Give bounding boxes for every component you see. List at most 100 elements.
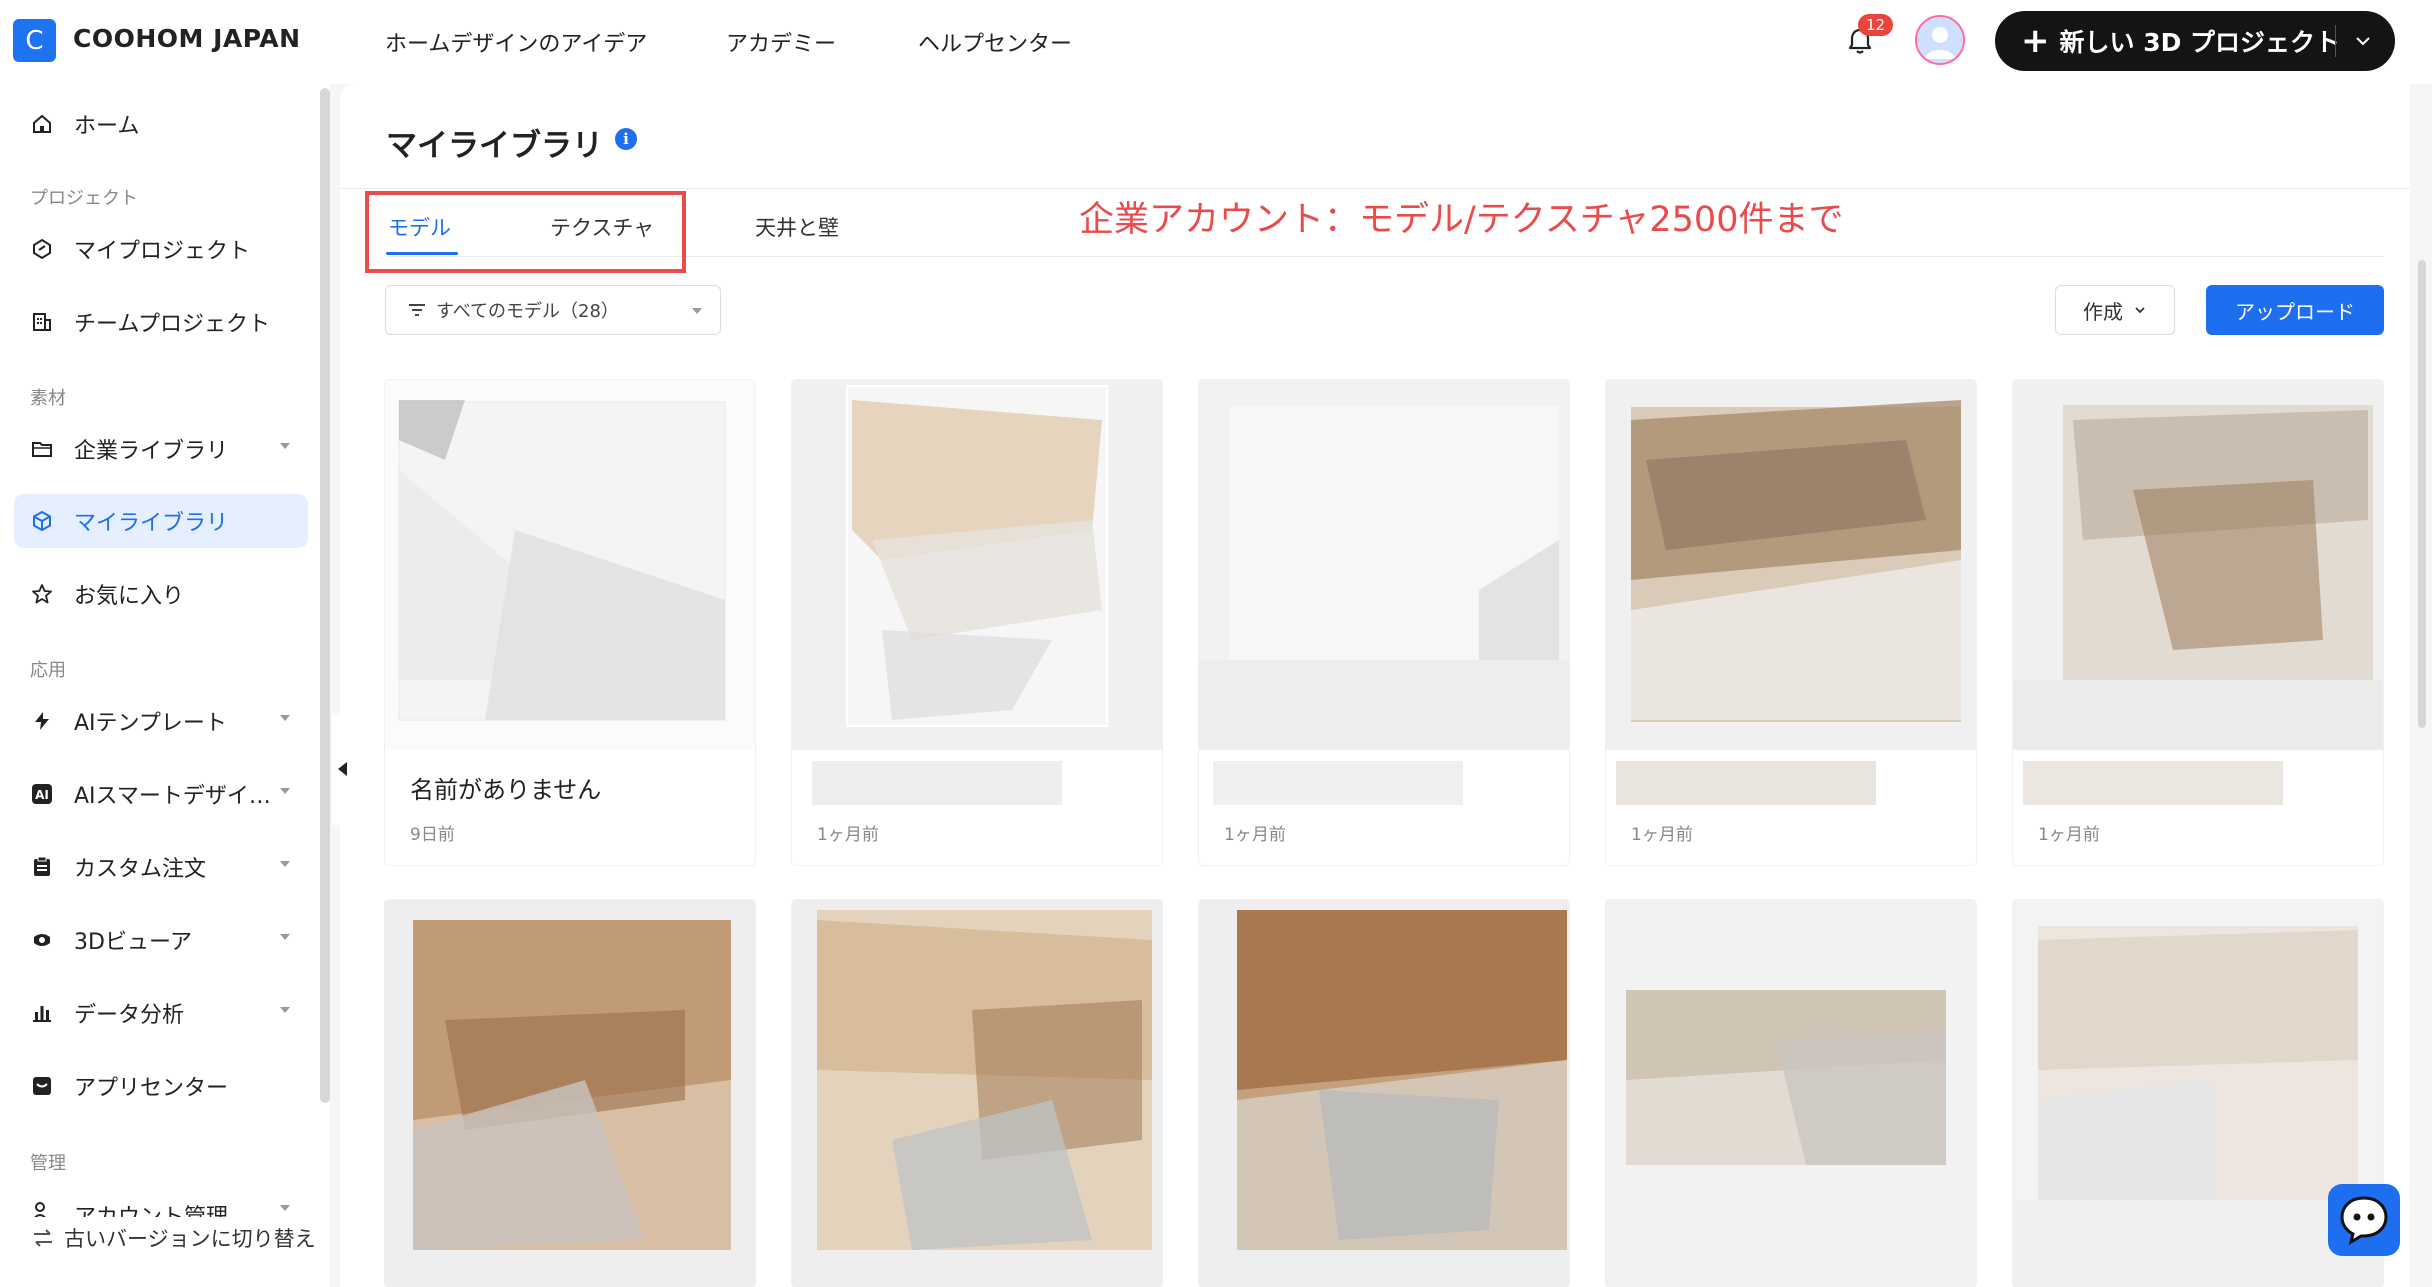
library-card[interactable]: 名前がありません 9日前 xyxy=(385,380,755,865)
chat-support-button[interactable] xyxy=(2328,1184,2400,1256)
chevron-down-icon[interactable] xyxy=(2352,30,2374,52)
sidebar-item-data-analysis[interactable]: データ分析 xyxy=(14,986,308,1040)
sidebar-label: チームプロジェクト xyxy=(74,312,271,337)
user-settings-icon xyxy=(30,1199,54,1217)
library-card[interactable]: 1ヶ月前 xyxy=(2013,380,2383,865)
model-thumbnail[interactable] xyxy=(1199,380,1569,750)
sidebar-label: 企業ライブラリ xyxy=(74,439,229,464)
sidebar-label: AIテンプレート xyxy=(74,711,227,736)
card-caption-blur xyxy=(1616,757,1876,809)
old-version-label: 古いバージョンに切り替え xyxy=(64,1227,316,1251)
sidebar-item-ai-templates[interactable]: AIテンプレート xyxy=(14,694,308,748)
model-thumbnail[interactable] xyxy=(2013,380,2383,750)
upload-button[interactable]: アップロード xyxy=(2206,285,2384,335)
model-thumbnail[interactable] xyxy=(385,900,755,1287)
plus-icon: + xyxy=(2021,21,2050,61)
sidebar-collapse-toggle[interactable] xyxy=(332,715,358,825)
sidebar-item-custom-order[interactable]: カスタム注文 xyxy=(14,840,308,894)
sidebar-label: アカウント管理 xyxy=(74,1199,228,1217)
nav-help-center[interactable]: ヘルプセンター xyxy=(918,26,1072,58)
model-thumbnail[interactable] xyxy=(385,380,755,750)
notification-badge: 12 xyxy=(1858,14,1894,36)
folder-icon xyxy=(30,437,54,461)
caret-down-icon xyxy=(280,715,290,721)
caret-down-icon xyxy=(280,1007,290,1013)
viewer-3d-icon xyxy=(30,928,54,952)
brand-name[interactable]: COOHOM JAPAN xyxy=(73,24,301,53)
sidebar-item-team-projects[interactable]: チームプロジェクト xyxy=(14,295,308,349)
sidebar-item-3d-viewer[interactable]: 3Dビューア xyxy=(14,913,308,967)
sidebar-label: マイライブラリ xyxy=(74,511,229,536)
caret-down-icon xyxy=(280,934,290,940)
main-scrollbar[interactable] xyxy=(2418,260,2426,728)
library-card[interactable] xyxy=(1199,900,1569,1287)
lightning-icon xyxy=(30,709,54,733)
building-icon xyxy=(30,310,54,334)
ai-icon: AI xyxy=(30,782,54,806)
create-label: 作成 xyxy=(2083,299,2123,324)
sidebar-label: 3Dビューア xyxy=(74,930,193,955)
home-icon xyxy=(30,112,54,136)
model-thumbnail[interactable] xyxy=(1199,900,1569,1287)
brand-logo[interactable]: C xyxy=(13,19,56,62)
sidebar-label: お気に入り xyxy=(74,584,185,609)
sidebar-scrollbar[interactable] xyxy=(320,88,330,1103)
sidebar-item-home[interactable]: ホーム xyxy=(14,97,308,151)
button-divider xyxy=(2335,25,2336,57)
card-date: 1ヶ月前 xyxy=(1224,825,1286,845)
card-date: 1ヶ月前 xyxy=(2038,825,2100,845)
sidebar-item-enterprise-library[interactable]: 企業ライブラリ xyxy=(14,422,308,476)
library-card[interactable]: 1ヶ月前 xyxy=(792,380,1162,865)
model-thumbnail[interactable] xyxy=(792,900,1162,1287)
create-dropdown-button[interactable]: 作成 xyxy=(2055,285,2175,335)
sidebar-item-favorites[interactable]: お気に入り xyxy=(14,567,308,621)
header-divider xyxy=(340,188,2410,189)
star-icon xyxy=(30,582,54,606)
sidebar-label: ホーム xyxy=(74,114,140,139)
model-filter-select[interactable]: すべてのモデル（28） xyxy=(385,285,721,335)
model-thumbnail[interactable] xyxy=(792,380,1162,750)
cube-icon xyxy=(30,509,54,533)
model-thumbnail[interactable] xyxy=(1606,900,1976,1287)
tabs-highlight-box xyxy=(365,191,686,273)
section-label-admin: 管理 xyxy=(30,1153,66,1174)
chevron-down-icon xyxy=(2135,307,2145,314)
model-thumbnail[interactable] xyxy=(1606,380,1976,750)
clipboard-icon xyxy=(30,855,54,879)
caret-down-icon xyxy=(280,443,290,449)
library-card[interactable] xyxy=(1606,900,1976,1287)
new-3d-project-button[interactable]: + 新しい 3D プロジェクト xyxy=(1995,11,2395,71)
card-date: 1ヶ月前 xyxy=(817,825,879,845)
caret-down-icon xyxy=(692,308,702,314)
section-label-apps: 応用 xyxy=(30,660,66,681)
logo-letter: C xyxy=(25,25,44,56)
sidebar-item-app-center[interactable]: アプリセンター xyxy=(14,1059,308,1113)
sidebar-item-account-mgmt[interactable]: アカウント管理 xyxy=(14,1187,308,1217)
sidebar-item-my-library[interactable]: マイライブラリ xyxy=(14,494,308,548)
card-caption-blur xyxy=(1209,757,1469,809)
avatar[interactable] xyxy=(1915,15,1965,65)
card-date: 9日前 xyxy=(410,825,455,845)
caret-down-icon xyxy=(280,788,290,794)
info-icon[interactable]: i xyxy=(615,128,637,150)
card-caption-blur xyxy=(802,757,1062,809)
sidebar-item-my-projects[interactable]: マイプロジェクト xyxy=(14,222,308,276)
sidebar-label: カスタム注文 xyxy=(74,857,207,882)
page-title: マイライブラリ xyxy=(386,128,603,164)
caret-down-icon xyxy=(280,861,290,867)
library-card[interactable] xyxy=(385,900,755,1287)
card-name: 名前がありません xyxy=(410,776,602,804)
library-card[interactable] xyxy=(792,900,1162,1287)
user-icon xyxy=(1925,27,1955,59)
nav-home-design-ideas[interactable]: ホームデザインのアイデア xyxy=(385,26,647,58)
new-project-label: 新しい 3D プロジェクト xyxy=(2059,28,2341,57)
library-card[interactable]: 1ヶ月前 xyxy=(1199,380,1569,865)
sidebar-item-ai-smart-design[interactable]: AI AIスマートデザイ… xyxy=(14,767,308,821)
switch-old-version-link[interactable]: 古いバージョンに切り替え xyxy=(32,1223,316,1253)
tab-ceiling-wall[interactable]: 天井と壁 xyxy=(755,212,839,242)
nav-academy[interactable]: アカデミー xyxy=(726,26,836,58)
section-label-material: 素材 xyxy=(30,388,66,409)
section-label-project: プロジェクト xyxy=(30,188,138,209)
card-caption-blur xyxy=(2023,757,2283,809)
library-card[interactable]: 1ヶ月前 xyxy=(1606,380,1976,865)
